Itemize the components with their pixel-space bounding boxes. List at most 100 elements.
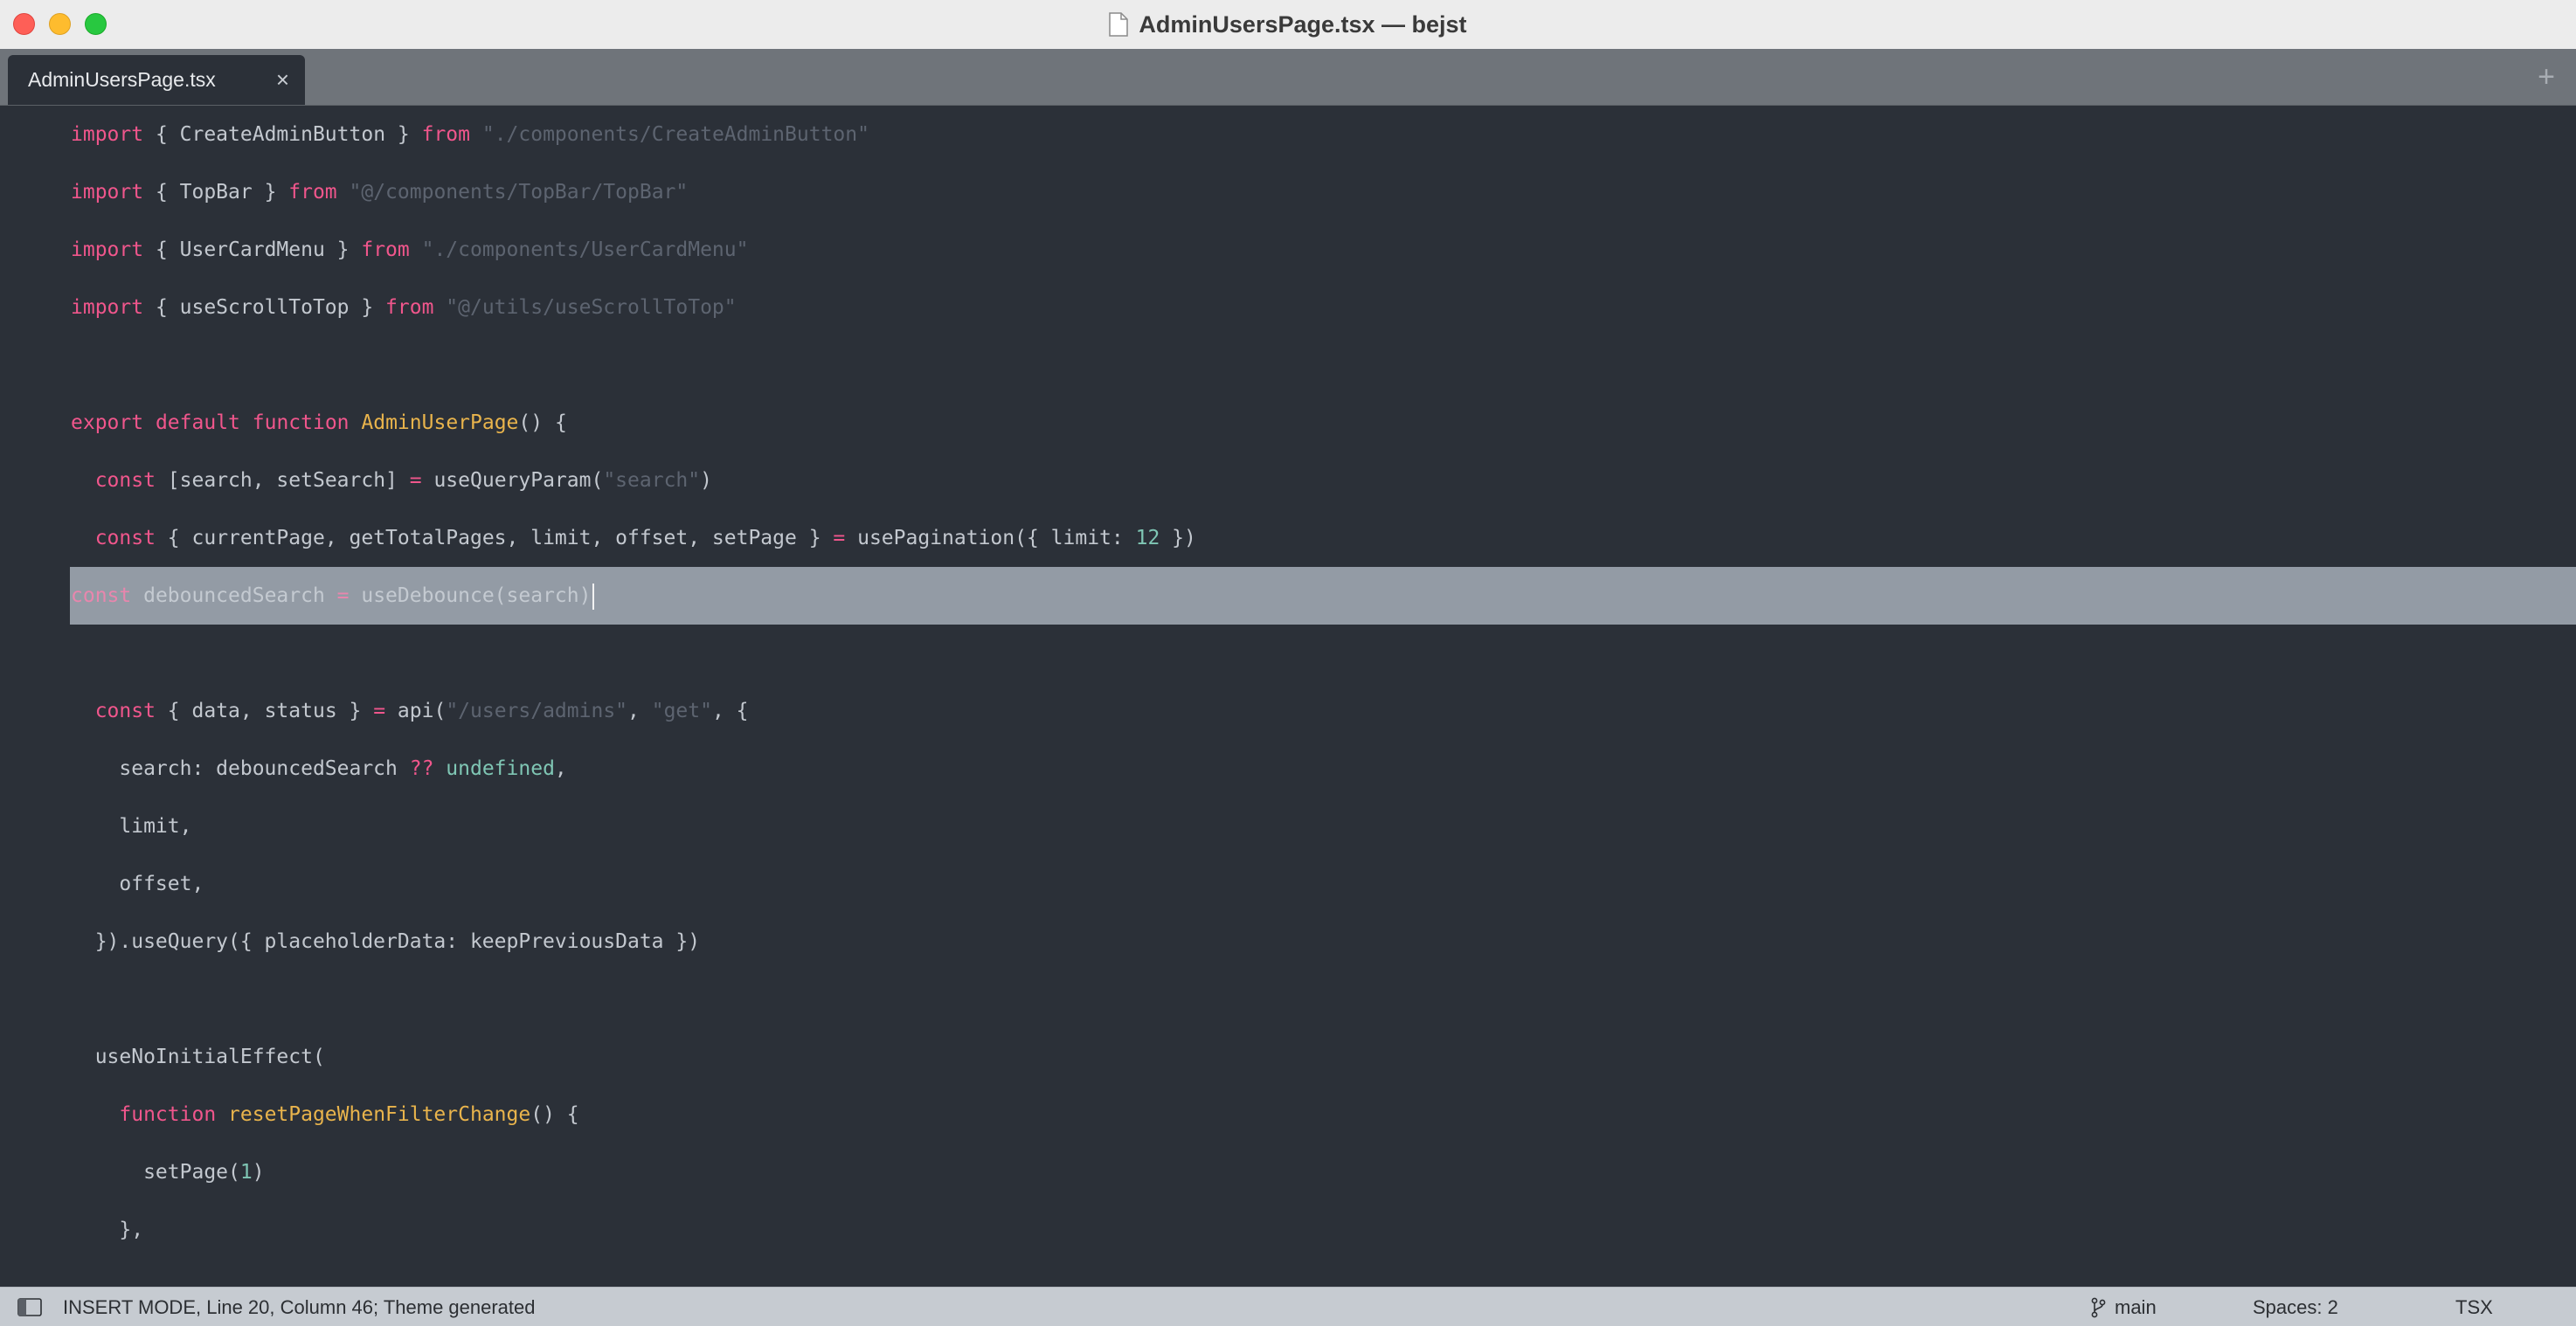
code-token: }) <box>1160 527 1196 549</box>
code-token: useDebounce(search) <box>349 584 592 607</box>
code-token: { UserCardMenu } <box>143 238 362 261</box>
code-line[interactable]: const [search, setSearch] = useQueryPara… <box>0 452 2576 509</box>
code-line[interactable]: import { CreateAdminButton } from "./com… <box>0 106 2576 163</box>
code-line[interactable]: import { UserCardMenu } from "./componen… <box>0 221 2576 279</box>
tab-close-icon[interactable]: × <box>276 55 289 105</box>
code-line-text: search: debouncedSearch ?? undefined, <box>71 740 567 798</box>
status-language[interactable]: TSX <box>2455 1288 2493 1326</box>
code-line-text: export default function AdminUserPage() … <box>71 394 567 452</box>
code-line-text: offset, <box>71 855 204 913</box>
code-token: }, <box>71 1219 144 1241</box>
status-bar: INSERT MODE, Line 20, Column 46; Theme g… <box>0 1287 2576 1326</box>
code-line-current[interactable]: const debouncedSearch = useDebounce(sear… <box>70 567 2576 625</box>
code-token: "./components/UserCardMenu" <box>421 238 749 261</box>
code-token: = <box>373 700 386 722</box>
code-line-text: const [search, setSearch] = useQueryPara… <box>71 452 712 509</box>
sidebar-toggle-icon[interactable] <box>17 1298 42 1316</box>
code-token: () { <box>530 1103 579 1126</box>
code-line[interactable]: setPage(1) <box>0 1143 2576 1201</box>
code-line[interactable] <box>0 970 2576 1028</box>
code-token: import <box>71 296 144 319</box>
code-token: = <box>336 584 350 607</box>
window-title: AdminUsersPage.tsx — bejst <box>1139 10 1467 38</box>
code-token: useNoInitialEffect( <box>71 1046 325 1068</box>
code-line-text: setPage(1) <box>71 1143 265 1201</box>
code-token: "@/utils/useScrollToTop" <box>446 296 737 319</box>
code-token: , <box>627 700 652 722</box>
code-token: = <box>833 527 846 549</box>
code-line[interactable]: function resetPageWhenFilterChange() { <box>0 1086 2576 1143</box>
code-token: search: debouncedSearch <box>71 757 410 780</box>
code-line[interactable] <box>0 336 2576 394</box>
code-line-text: import { useScrollToTop } from "@/utils/… <box>71 279 737 336</box>
document-icon <box>1109 12 1129 37</box>
tab-adminuserspage[interactable]: AdminUsersPage.tsx × <box>8 55 305 105</box>
code-token: usePagination({ limit: <box>845 527 1136 549</box>
code-line[interactable]: import { useScrollToTop } from "@/utils/… <box>0 279 2576 336</box>
code-token: const <box>71 584 132 607</box>
code-line-text: function resetPageWhenFilterChange() { <box>71 1086 579 1143</box>
code-line-text: import { TopBar } from "@/components/Top… <box>71 163 688 221</box>
tab-label: AdminUsersPage.tsx <box>28 68 216 91</box>
title-wrap: AdminUsersPage.tsx — bejst <box>0 0 2576 49</box>
code-token: debouncedSearch <box>131 584 337 607</box>
code-line[interactable]: }).useQuery({ placeholderData: keepPrevi… <box>0 913 2576 970</box>
code-line-text: const { currentPage, getTotalPages, limi… <box>71 509 1196 567</box>
code-line[interactable]: useNoInitialEffect( <box>0 1028 2576 1086</box>
code-token: ) <box>252 1161 265 1184</box>
editor-window: AdminUsersPage.tsx — bejst AdminUsersPag… <box>0 0 2576 1326</box>
code-line-text: limit, <box>71 798 191 855</box>
code-line[interactable]: export default function AdminUserPage() … <box>0 394 2576 452</box>
code-token: api( <box>385 700 447 722</box>
git-branch-icon <box>2090 1297 2106 1318</box>
code-line[interactable] <box>0 625 2576 682</box>
code-token: "get" <box>651 700 712 722</box>
code-line-text: }).useQuery({ placeholderData: keepPrevi… <box>71 913 700 970</box>
code-line[interactable]: search: debouncedSearch ?? undefined, <box>0 740 2576 798</box>
code-token: useQueryParam( <box>421 469 604 492</box>
code-token: = <box>409 469 422 492</box>
code-token: offset, <box>71 873 204 895</box>
status-branch[interactable]: main <box>2115 1288 2157 1326</box>
title-bar[interactable]: AdminUsersPage.tsx — bejst <box>0 0 2576 50</box>
tab-bar: AdminUsersPage.tsx × <box>0 49 2576 106</box>
code-token: const <box>94 700 156 722</box>
code-line[interactable]: limit, <box>0 798 2576 855</box>
code-token: { TopBar } <box>143 181 289 204</box>
code-token: from <box>421 123 470 146</box>
code-token: import <box>71 181 144 204</box>
code-line[interactable]: const { currentPage, getTotalPages, limi… <box>0 509 2576 567</box>
code-line-text: useNoInitialEffect( <box>71 1028 325 1086</box>
code-token: limit, <box>71 815 192 838</box>
code-token: "@/components/TopBar/TopBar" <box>349 181 689 204</box>
code-token: setPage( <box>71 1161 240 1184</box>
code-line[interactable]: offset, <box>0 855 2576 913</box>
code-editor[interactable]: import { CreateAdminButton } from "./com… <box>0 106 2576 1287</box>
code-token: const <box>94 527 156 549</box>
code-line[interactable]: const { data, status } = api("/users/adm… <box>0 682 2576 740</box>
code-line[interactable]: import { TopBar } from "@/components/Top… <box>0 163 2576 221</box>
code-token: ?? <box>409 757 434 780</box>
status-indentation[interactable]: Spaces: 2 <box>2253 1288 2338 1326</box>
code-token: { useScrollToTop } <box>143 296 386 319</box>
code-token: "./components/CreateAdminButton" <box>481 123 869 146</box>
code-line-text: import { UserCardMenu } from "./componen… <box>71 221 748 279</box>
code-token: , { <box>711 700 749 722</box>
code-token: export <box>71 411 144 434</box>
code-token: ) <box>700 469 712 492</box>
code-token: "search" <box>603 469 701 492</box>
new-tab-button[interactable]: + <box>2538 49 2555 105</box>
code-token: AdminUserPage <box>361 411 519 434</box>
code-token: { CreateAdminButton } <box>143 123 422 146</box>
code-token: , <box>554 757 567 780</box>
code-token: import <box>71 123 144 146</box>
code-line[interactable]: }, <box>0 1201 2576 1259</box>
